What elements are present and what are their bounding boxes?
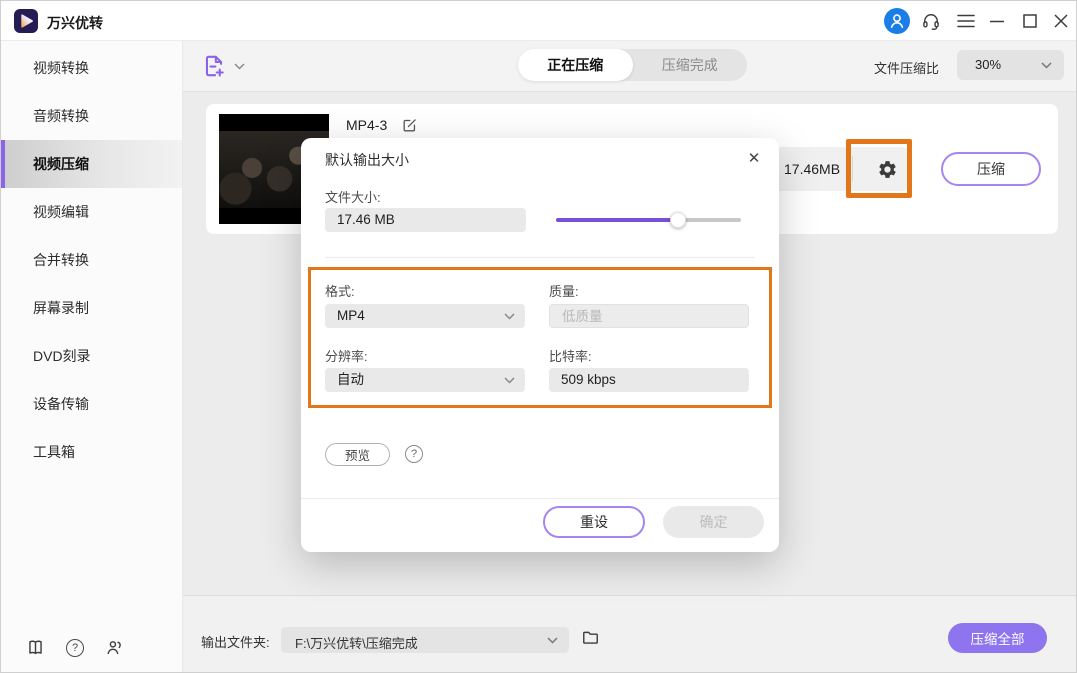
chevron-down-icon	[504, 377, 515, 384]
sidebar-menu: 视频转换 音频转换 视频压缩 视频编辑 合并转换 屏幕录制 DVD刻录 设备传输…	[1, 41, 182, 476]
chevron-down-icon	[547, 637, 558, 644]
sidebar-item-audio-convert[interactable]: 音频转换	[1, 92, 182, 140]
folder-icon	[581, 628, 600, 647]
preview-button[interactable]: 预览	[325, 443, 390, 466]
output-settings-button[interactable]	[865, 147, 909, 191]
title-bar: 万兴优转	[1, 1, 1076, 41]
headset-icon	[921, 11, 941, 31]
slider-fill	[556, 218, 678, 222]
sidebar-item-dvd-burn[interactable]: DVD刻录	[1, 332, 182, 380]
sidebar-item-video-compress[interactable]: 视频压缩	[1, 140, 182, 188]
status-tabs: 正在压缩 压缩完成	[518, 49, 747, 81]
maximize-button[interactable]	[1022, 13, 1038, 29]
question-mark-icon: ?	[411, 448, 417, 460]
chevron-down-icon	[504, 313, 515, 320]
dialog-close-button[interactable]: ✕	[742, 146, 766, 170]
file-size-slider[interactable]	[556, 212, 741, 228]
file-name: MP4-3	[346, 117, 387, 133]
quality-label: 质量:	[549, 281, 579, 300]
app-logo-icon	[14, 9, 38, 33]
file-size-label: 文件大小:	[325, 187, 381, 206]
sidebar-item-label: DVD刻录	[33, 346, 91, 366]
sidebar-item-toolbox[interactable]: 工具箱	[1, 428, 182, 476]
app-title: 万兴优转	[47, 13, 103, 33]
divider	[301, 498, 779, 499]
format-value: MP4	[337, 308, 365, 323]
divider	[852, 156, 853, 182]
resolution-label: 分辨率:	[325, 346, 368, 365]
maximize-icon	[1022, 13, 1038, 29]
sidebar-item-label: 视频转换	[33, 58, 89, 78]
user-icon	[884, 8, 910, 34]
support-headset-button[interactable]	[921, 11, 941, 31]
sidebar-item-label: 合并转换	[33, 250, 89, 270]
default-output-size-dialog: 默认输出大小 ✕ 文件大小: 17.46 MB 格式: MP4 质量: 低质量 …	[301, 138, 779, 552]
book-icon	[26, 638, 45, 657]
compression-ratio-value: 30%	[975, 57, 1001, 72]
chevron-down-icon	[1041, 62, 1052, 69]
bitrate-label: 比特率:	[549, 346, 592, 365]
sidebar-item-label: 视频编辑	[33, 202, 89, 222]
compress-all-button[interactable]: 压缩全部	[948, 623, 1047, 653]
menu-button[interactable]	[957, 14, 975, 28]
quality-input: 低质量	[549, 304, 749, 328]
sidebar-item-merge-convert[interactable]: 合并转换	[1, 236, 182, 284]
sidebar-item-label: 屏幕录制	[33, 298, 89, 318]
close-icon: ✕	[748, 149, 761, 167]
gear-icon	[877, 159, 898, 180]
output-size-value: 17.46MB	[784, 147, 840, 191]
edit-pencil-icon	[401, 117, 418, 134]
guide-book-button[interactable]	[26, 638, 45, 657]
divider	[325, 257, 755, 258]
sidebar-item-screen-record[interactable]: 屏幕录制	[1, 284, 182, 332]
user-account-button[interactable]	[884, 8, 910, 34]
question-mark-icon: ?	[72, 642, 78, 654]
resolution-value: 自动	[337, 372, 364, 387]
output-folder-select[interactable]: F:\万兴优转\压缩完成	[281, 627, 569, 653]
sidebar: 视频转换 音频转换 视频压缩 视频编辑 合并转换 屏幕录制 DVD刻录 设备传输…	[1, 41, 183, 672]
people-icon	[105, 638, 124, 657]
app-window: 万兴优转	[0, 0, 1077, 673]
dialog-title: 默认输出大小	[325, 150, 409, 170]
compress-button[interactable]: 压缩	[941, 152, 1041, 186]
help-button[interactable]: ?	[66, 639, 84, 657]
close-icon	[1053, 13, 1069, 29]
sidebar-item-label: 工具箱	[33, 442, 75, 462]
sidebar-item-video-edit[interactable]: 视频编辑	[1, 188, 182, 236]
minimize-button[interactable]	[989, 13, 1005, 29]
minimize-icon	[989, 13, 1005, 29]
sidebar-item-label: 音频转换	[33, 106, 89, 126]
slider-thumb[interactable]	[670, 212, 686, 228]
hamburger-menu-icon	[957, 14, 975, 28]
tab-compressing[interactable]: 正在压缩	[518, 49, 633, 81]
add-file-button[interactable]	[201, 53, 245, 79]
rename-button[interactable]	[401, 117, 418, 134]
compression-ratio-label: 文件压缩比	[874, 58, 939, 77]
bitrate-input[interactable]: 509 kbps	[549, 368, 749, 392]
chevron-down-icon	[234, 63, 245, 70]
close-window-button[interactable]	[1053, 13, 1069, 29]
add-file-icon	[201, 53, 227, 79]
open-folder-button[interactable]	[581, 628, 600, 647]
community-button[interactable]	[105, 638, 124, 657]
sidebar-item-label: 视频压缩	[33, 154, 89, 174]
sidebar-item-label: 设备传输	[33, 394, 89, 414]
output-folder-label: 输出文件夹:	[201, 632, 270, 651]
tab-completed[interactable]: 压缩完成	[633, 49, 748, 81]
sidebar-item-video-convert[interactable]: 视频转换	[1, 44, 182, 92]
reset-button[interactable]: 重设	[543, 506, 645, 538]
file-size-input[interactable]: 17.46 MB	[325, 208, 526, 232]
confirm-button: 确定	[663, 506, 764, 538]
sidebar-bottom-icons: ?	[26, 638, 124, 657]
resolution-select[interactable]: 自动	[325, 368, 525, 392]
format-select[interactable]: MP4	[325, 304, 525, 328]
dialog-help-button[interactable]: ?	[405, 445, 423, 463]
sidebar-item-device-transfer[interactable]: 设备传输	[1, 380, 182, 428]
compression-ratio-select[interactable]: 30%	[957, 50, 1064, 80]
format-label: 格式:	[325, 281, 355, 300]
output-folder-path: F:\万兴优转\压缩完成	[295, 633, 418, 652]
